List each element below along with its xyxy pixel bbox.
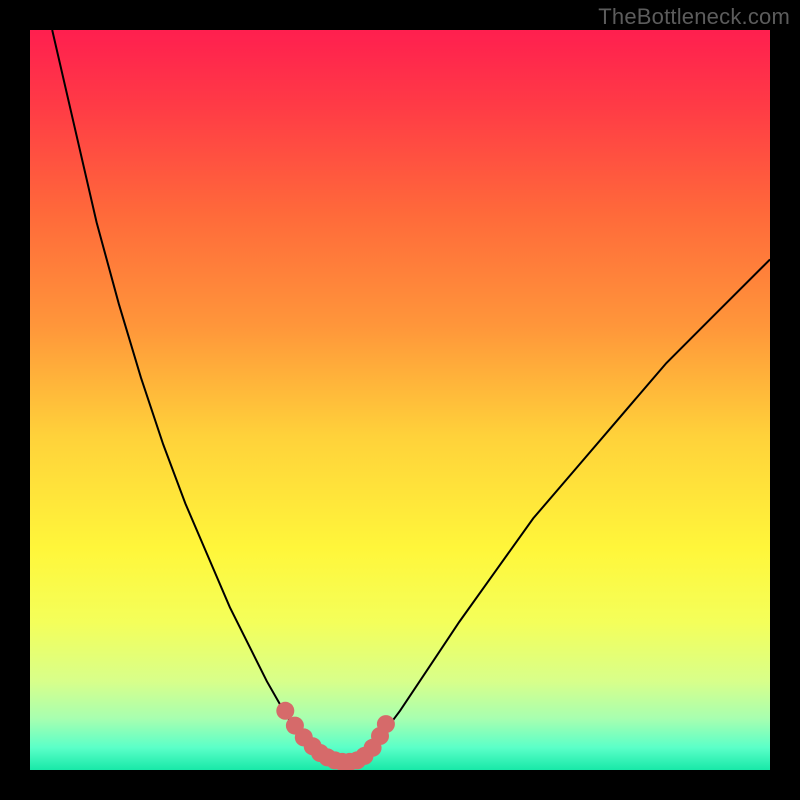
bottleneck-curve	[52, 30, 770, 763]
valley-marker-group	[276, 702, 395, 770]
watermark-text: TheBottleneck.com	[598, 4, 790, 30]
plot-area	[30, 30, 770, 770]
valley-marker	[377, 715, 395, 733]
curve-layer	[30, 30, 770, 770]
valley-marker	[276, 702, 294, 720]
chart-frame: TheBottleneck.com	[0, 0, 800, 800]
